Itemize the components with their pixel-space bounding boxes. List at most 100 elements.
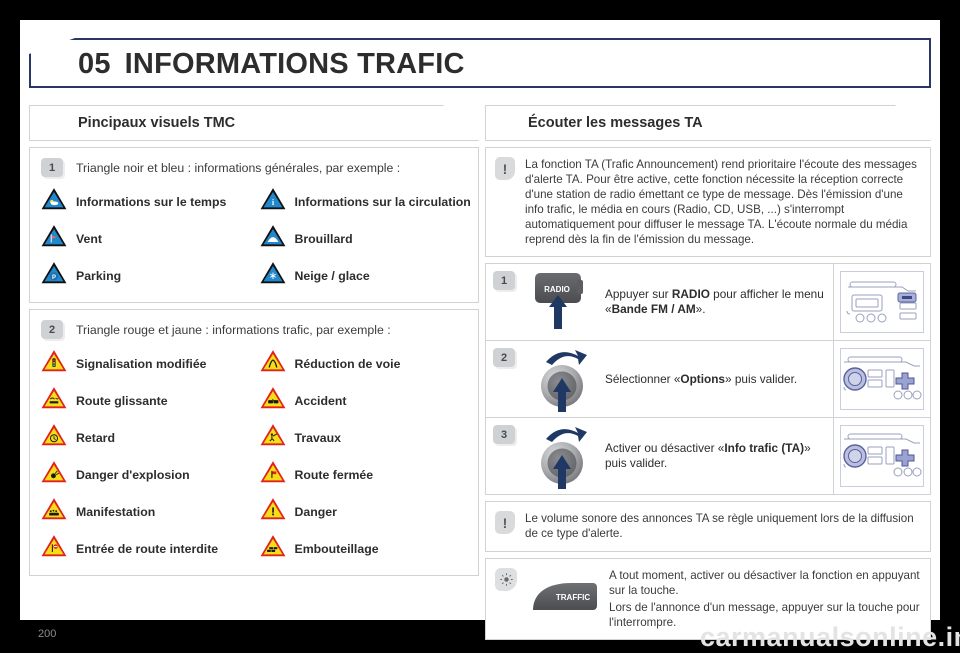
traffic-jam-icon <box>260 534 286 563</box>
step-row: 1 RADIO Appuyer sur RADIO pour afficher le… <box>486 264 930 342</box>
sign-label: Entrée de route interdite <box>76 541 219 556</box>
step-number-cell: 1 <box>486 264 525 340</box>
sign-item: Route glissante <box>41 386 260 415</box>
sign-item: Accident <box>260 386 479 415</box>
step-text: Activer ou désactiver «Info trafic (TA)»… <box>605 440 811 471</box>
group-2-number: 2 <box>41 320 63 339</box>
sign-item: Danger d'explosion <box>41 460 260 489</box>
radio-button-press-icon[interactable]: RADIO <box>525 264 603 340</box>
rotary-knob-turn-press-icon[interactable] <box>525 418 603 494</box>
sign-item: Route fermée <box>260 460 479 489</box>
demonstration-icon <box>41 497 67 526</box>
steps-table: 1 RADIO Appuyer sur RADIO pour afficher le… <box>485 263 931 496</box>
group-2-caption: Triangle rouge et jaune : informations t… <box>76 322 391 337</box>
wind-sock-icon <box>41 224 67 253</box>
sign-item: Travaux <box>260 423 479 452</box>
volume-note-text: Le volume sonore des annonces TA se règl… <box>525 512 914 541</box>
left-column: Pincipaux visuels TMC 1 Triangle noir et… <box>29 105 479 576</box>
explosion-icon <box>41 460 67 489</box>
sign-label: Accident <box>294 393 347 408</box>
chapter-number: 05 <box>78 48 111 80</box>
step-text-cell: Activer ou désactiver «Info trafic (TA)»… <box>603 418 833 494</box>
group-2-panel: 2 Triangle rouge et jaune : informations… <box>29 309 479 576</box>
lane-narrowing-icon <box>260 349 286 378</box>
group-2-header: 2 Triangle rouge et jaune : informations… <box>30 310 478 343</box>
step-row: 2 Sélectionner «Options» puis valider. <box>486 341 930 419</box>
slippery-road-icon <box>41 386 67 415</box>
intro-note-text: La fonction TA (Trafic Announcement) ren… <box>525 158 917 247</box>
step-thumbnail-cell <box>833 264 930 341</box>
tip-note-line1: A tout moment, activer ou désactiver la … <box>609 568 920 597</box>
svg-text:P: P <box>52 275 56 281</box>
sign-item: Danger <box>260 497 479 526</box>
step-text: Appuyer sur RADIO pour afficher le menu … <box>605 286 824 317</box>
info-i-icon: i <box>260 187 286 216</box>
sign-item: Réduction de voie <box>260 349 479 378</box>
exclamation-icon <box>260 497 286 526</box>
sign-item: Neige / glace <box>260 261 479 290</box>
roadworks-icon <box>260 423 286 452</box>
warning-icon: ! <box>495 157 515 180</box>
manual-page: 05INFORMATIONS TRAFIC CarManuals2.com Pi… <box>20 20 960 652</box>
sign-label: Réduction de voie <box>294 356 401 371</box>
sign-label: Brouillard <box>294 231 353 246</box>
group-1-header: 1 Triangle noir et bleu : informations g… <box>30 148 478 181</box>
step-thumbnail-cell <box>833 341 930 418</box>
accident-icon <box>260 386 286 415</box>
group-1-number: 1 <box>41 158 63 177</box>
sign-item: Signalisation modifiée <box>41 349 260 378</box>
left-section-title: Pincipaux visuels TMC <box>78 115 236 131</box>
sign-label: Vent <box>76 231 102 246</box>
svg-text:RADIO: RADIO <box>544 285 570 294</box>
sign-label: Route glissante <box>76 393 168 408</box>
sign-label: Danger d'explosion <box>76 467 190 482</box>
sign-item: Informations sur le temps <box>41 187 260 216</box>
blue-sign-grid: Informations sur le temps i Informations s… <box>30 181 478 302</box>
warning-icon: ! <box>495 511 515 535</box>
sign-label: Signalisation modifiée <box>76 356 207 371</box>
step-text-cell: Sélectionner «Options» puis valider. <box>603 341 833 417</box>
step-number: 1 <box>493 271 515 291</box>
traffic-button-label: TRAFFIC <box>556 593 590 602</box>
clock-delay-icon <box>41 423 67 452</box>
group-1-caption: Triangle noir et bleu : informations gén… <box>76 160 401 175</box>
sign-item: Brouillard <box>260 224 479 253</box>
sign-item: i Informations sur la circulation <box>260 187 479 216</box>
intro-note: ! La fonction TA (Trafic Announcement) r… <box>485 147 931 258</box>
step-number-cell: 3 <box>486 418 525 494</box>
traffic-button-graphic: TRAFFIC <box>527 576 601 621</box>
radio-unit-knob-thumb <box>840 425 924 488</box>
step-number: 3 <box>493 425 515 445</box>
step-text: Sélectionner «Options» puis valider. <box>605 371 798 386</box>
sign-item: Vent <box>41 224 260 253</box>
sign-label: Embouteillage <box>294 541 379 556</box>
no-entry-icon <box>41 534 67 563</box>
step-text-cell: Appuyer sur RADIO pour afficher le menu … <box>603 264 833 340</box>
watermark-bottom: carmanualsonline.info <box>700 622 960 652</box>
sign-label: Neige / glace <box>294 268 370 283</box>
left-section-header: Pincipaux visuels TMC <box>29 105 479 141</box>
lightbulb-icon <box>495 567 517 591</box>
sign-label: Informations sur la circulation <box>294 194 471 209</box>
parking-p-icon: P <box>41 261 67 290</box>
right-column: Écouter les messages TA ! La fonction TA… <box>485 105 931 640</box>
sign-label: Parking <box>76 268 122 283</box>
traffic-light-icon <box>41 349 67 378</box>
radio-unit-knob-thumb <box>840 348 924 411</box>
sign-label: Manifestation <box>76 504 156 519</box>
weather-icon <box>41 187 67 216</box>
volume-note: ! Le volume sonore des annonces TA se rè… <box>485 501 931 552</box>
radio-unit-radio-key-thumb <box>840 271 924 334</box>
sign-item: Embouteillage <box>260 534 479 563</box>
step-row: 3 Activer ou désactiver «Info trafic (TA)… <box>486 418 930 495</box>
red-sign-grid: Signalisation modifiée Réduction de voie R… <box>30 343 478 575</box>
page-title: 05 INFORMATIONS TRAFIC <box>78 48 465 81</box>
rotary-knob-turn-press-icon[interactable] <box>525 341 603 417</box>
snowflake-icon <box>260 261 286 290</box>
sign-label: Route fermée <box>294 467 374 482</box>
sign-label: Informations sur le temps <box>76 194 227 209</box>
step-number-cell: 2 <box>486 341 525 417</box>
sign-item: Retard <box>41 423 260 452</box>
sign-item: Manifestation <box>41 497 260 526</box>
sign-item: P Parking <box>41 261 260 290</box>
